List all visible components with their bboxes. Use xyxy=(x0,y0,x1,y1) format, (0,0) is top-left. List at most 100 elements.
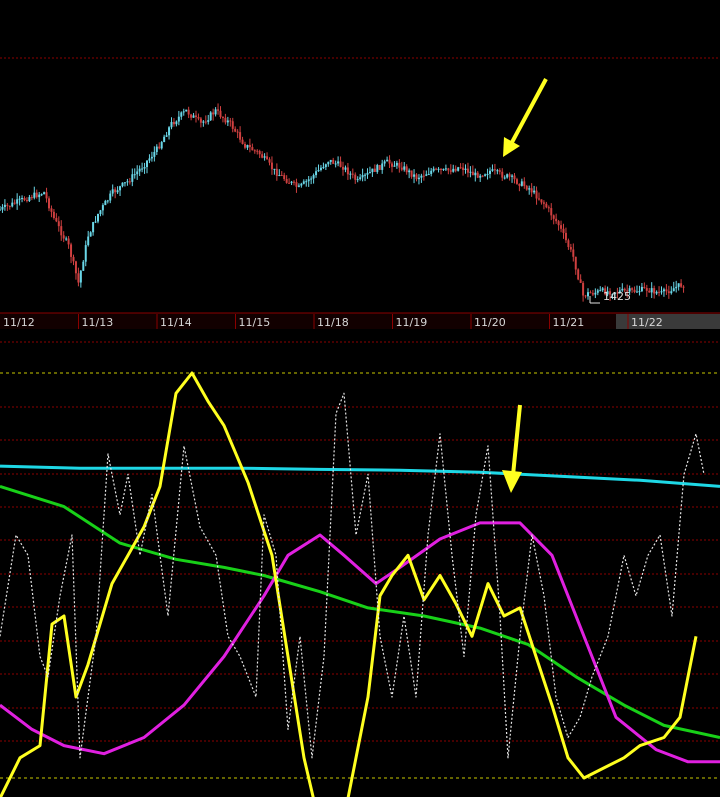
candle-body xyxy=(6,204,9,206)
candle-body xyxy=(491,169,494,171)
candle-body xyxy=(263,156,266,158)
candle-body xyxy=(577,269,580,280)
candle-body xyxy=(569,247,572,250)
candle-body xyxy=(408,170,411,173)
candle-body xyxy=(584,295,587,297)
candle-body xyxy=(655,291,658,294)
chart-background xyxy=(0,0,720,797)
candle-body xyxy=(547,207,550,209)
candle-body xyxy=(638,291,641,293)
candle-body xyxy=(158,146,161,149)
candle-body xyxy=(229,120,232,122)
candle-body xyxy=(466,168,469,173)
candle-body xyxy=(324,164,327,168)
candle-body xyxy=(486,173,489,175)
candle-body xyxy=(202,121,205,123)
candle-body xyxy=(77,273,80,283)
candle-body xyxy=(599,290,602,292)
candle-body xyxy=(540,199,543,203)
candle-body xyxy=(288,182,291,184)
candle-body xyxy=(596,290,599,293)
candle-body xyxy=(70,244,73,257)
candle-body xyxy=(283,175,286,180)
candle-body xyxy=(346,167,349,175)
candle-body xyxy=(33,192,36,198)
candle-body xyxy=(101,205,104,211)
candle-body xyxy=(381,163,384,170)
candle-body xyxy=(273,168,276,170)
candle-body xyxy=(217,109,220,111)
candle-body xyxy=(493,169,496,171)
candle-body xyxy=(552,215,555,219)
candle-body xyxy=(150,156,153,159)
candle-body xyxy=(444,168,447,170)
candle-body xyxy=(327,161,330,165)
candle-body xyxy=(525,186,528,190)
candle-body xyxy=(506,174,509,178)
candle-body xyxy=(364,174,367,176)
candle-body xyxy=(361,174,364,178)
candle-body xyxy=(207,120,210,122)
candle-body xyxy=(378,165,381,170)
candle-body xyxy=(533,190,536,193)
candle-body xyxy=(515,179,518,184)
candle-body xyxy=(204,121,207,123)
candle-body xyxy=(662,289,665,292)
candle-body xyxy=(682,286,685,288)
candle-body xyxy=(133,174,136,176)
candle-body xyxy=(513,175,516,180)
candle-body xyxy=(50,208,53,212)
candle-body xyxy=(437,168,440,170)
candle-body xyxy=(187,109,190,115)
candle-body xyxy=(266,156,269,160)
candle-body xyxy=(97,213,99,222)
candle-body xyxy=(636,291,638,293)
candle-body xyxy=(84,245,87,262)
candle-body xyxy=(256,150,259,152)
candle-body xyxy=(251,147,254,151)
candle-body xyxy=(21,198,24,200)
candle-body xyxy=(440,168,442,170)
candle-body xyxy=(231,121,234,129)
candle-body xyxy=(368,172,371,174)
candle-body xyxy=(427,173,430,175)
candle-body xyxy=(344,167,347,170)
candle-body xyxy=(449,170,452,172)
candle-body xyxy=(214,109,217,115)
candle-body xyxy=(310,178,313,180)
candle-body xyxy=(48,198,50,209)
candle-body xyxy=(280,175,283,177)
candle-body xyxy=(388,159,391,164)
candle-body xyxy=(680,283,683,287)
candle-body xyxy=(332,159,335,164)
candle-body xyxy=(349,173,352,175)
candle-body xyxy=(591,293,594,295)
date-axis: 11/12 11/13 11/14 11/15 11/18 11/19 11/20 11/21… xyxy=(0,312,720,329)
candle-body xyxy=(481,175,484,177)
candle-body xyxy=(398,162,401,168)
candle-body xyxy=(109,193,112,201)
candle-body xyxy=(660,291,663,293)
date-label-11-21: 11/21 xyxy=(553,316,585,329)
date-label-11-15: 11/15 xyxy=(239,316,271,329)
candle-body xyxy=(319,167,322,171)
candle-body xyxy=(38,194,41,198)
candle-body xyxy=(119,186,122,191)
date-label-11-19: 11/19 xyxy=(396,316,428,329)
candle-body xyxy=(359,177,362,180)
candle-body xyxy=(148,158,151,161)
candle-body xyxy=(479,175,482,178)
date-label-11-13: 11/13 xyxy=(82,316,114,329)
candle-body xyxy=(226,120,229,123)
candle-body xyxy=(1,206,4,210)
candle-body xyxy=(582,282,585,296)
candle-body xyxy=(246,144,249,148)
candle-body xyxy=(293,181,295,183)
candle-body xyxy=(648,290,651,293)
candle-body xyxy=(373,168,376,172)
candle-body xyxy=(366,172,369,175)
candle-body xyxy=(65,238,68,240)
candle-body xyxy=(476,172,479,178)
candle-body xyxy=(35,192,38,198)
candle-body xyxy=(261,154,264,158)
